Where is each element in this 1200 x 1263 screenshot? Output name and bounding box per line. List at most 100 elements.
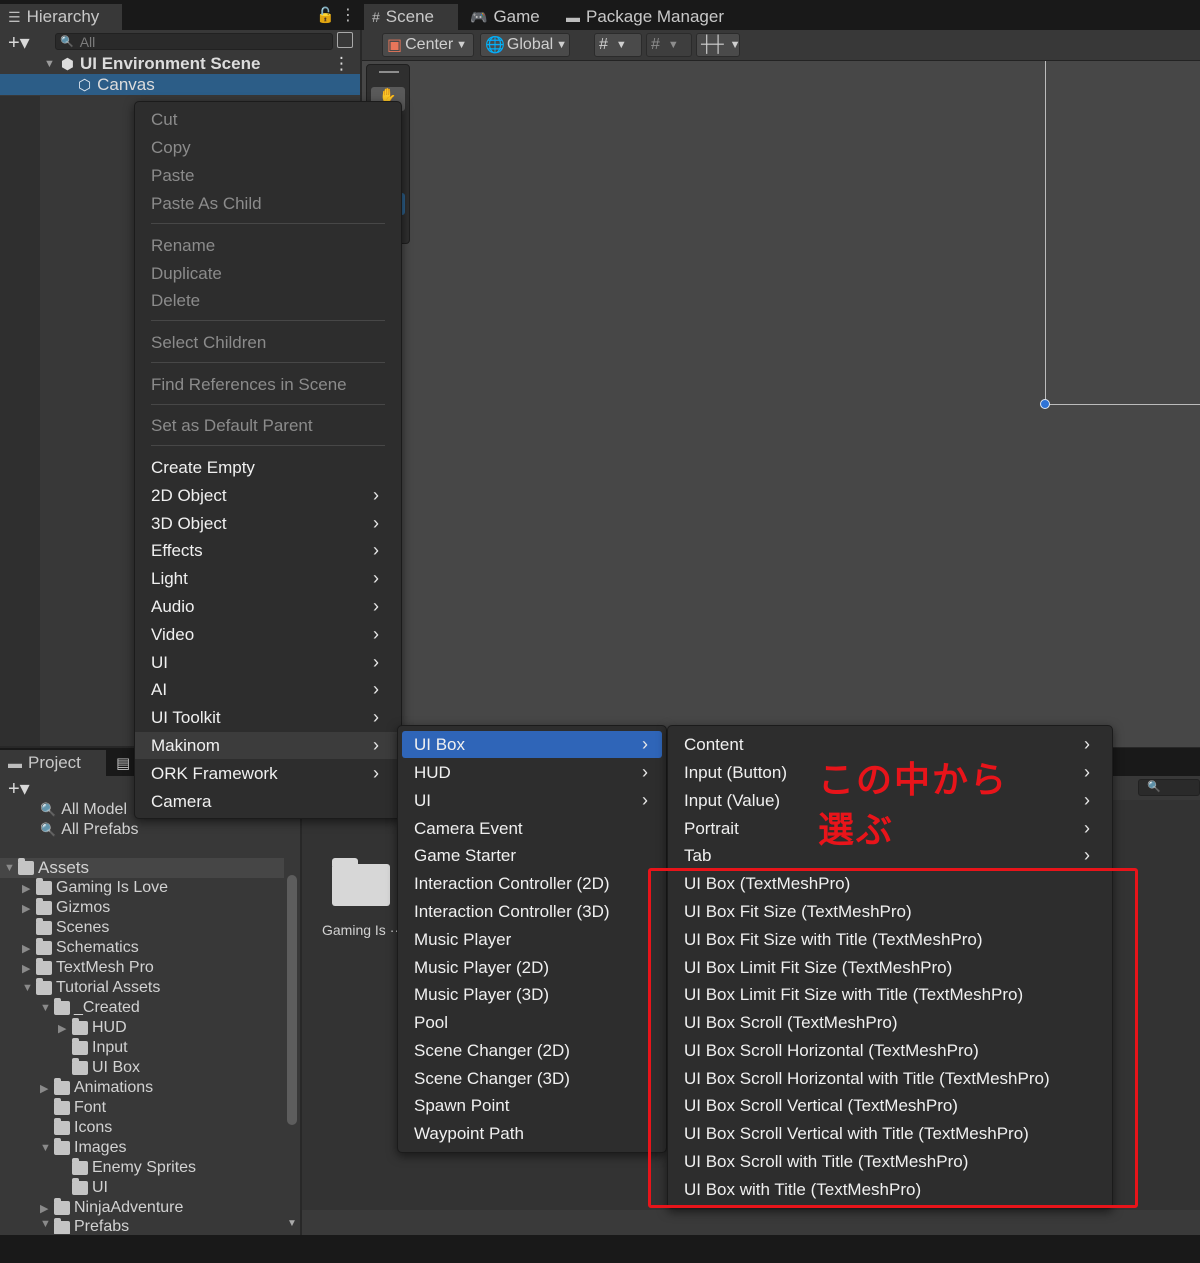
expand-arrow-icon: ▶ [22,962,31,975]
submenu-item-pool[interactable]: Pool [398,1009,666,1036]
submenu-item-ui[interactable]: UI › [398,787,666,814]
submenu-item-scene-changer-3d[interactable]: Scene Changer (3D) [398,1065,666,1092]
menu-item-duplicate[interactable]: Duplicate [135,260,401,287]
tree-item-gizmos[interactable]: ▶ Gizmos [22,898,110,918]
submenu-item-spawn-point[interactable]: Spawn Point [398,1092,666,1119]
scene-visibility-icon[interactable] [337,32,353,48]
console-icon[interactable]: ▤ [116,754,130,772]
submenu-item-camera-event[interactable]: Camera Event [398,815,666,842]
favorite-all-prefabs[interactable]: 🔍 All Prefabs [40,820,139,840]
canvas-border-line [1045,404,1200,405]
menu-item-ai[interactable]: AI › [135,676,401,703]
menu-item-video[interactable]: Video › [135,621,401,648]
submenu-item-waypoint-path[interactable]: Waypoint Path [398,1120,666,1147]
tree-item-schematics[interactable]: ▶ Schematics [22,938,139,958]
search-icon: 🔍 [1147,781,1161,793]
hierarchy-search-input[interactable]: 🔍 All [55,33,333,50]
menu-item-ork-framework[interactable]: ORK Framework › [135,760,401,787]
more-options-icon[interactable]: ⋮ [340,5,356,25]
menu-item-ui[interactable]: UI › [135,649,401,676]
menu-item-find-references[interactable]: Find References in Scene [135,371,401,398]
folder-gaming-is-love[interactable] [330,858,392,906]
drag-handle-icon[interactable] [379,71,399,73]
submenu-item-game-starter[interactable]: Game Starter [398,842,666,869]
grid-icon: # [372,9,380,25]
menu-item-camera[interactable]: Camera [135,788,401,815]
menu-item-set-default-parent[interactable]: Set as Default Parent [135,412,401,439]
lock-icon[interactable]: 🔓 [316,6,335,24]
tree-item-assets[interactable]: ▼ Assets [4,858,89,878]
increment-snap-toggle[interactable]: ┼┼ ▼ [696,33,741,57]
menu-item-audio[interactable]: Audio › [135,593,401,620]
menu-item-create-empty[interactable]: Create Empty [135,454,401,481]
tree-item-created[interactable]: ▼ _Created [40,998,140,1018]
tree-item-images[interactable]: ▼ Images [40,1138,126,1158]
menu-item-effects[interactable]: Effects › [135,537,401,564]
grid-snap-toggle[interactable]: # ▼ [646,33,692,57]
tab-project[interactable]: ▬ Project [0,750,106,776]
tree-item-animations[interactable]: ▶ Animations [40,1078,153,1098]
submenu-item-music-player-2d[interactable]: Music Player (2D) [398,954,666,981]
tree-item-icons[interactable]: Icons [40,1118,112,1138]
hierarchy-scene-row[interactable]: ▼ ⬢ UI Environment Scene ⋮ [0,53,360,74]
tree-item-scenes[interactable]: Scenes [22,918,109,938]
scene-viewport[interactable] [362,61,1200,747]
menu-item-cut[interactable]: Cut [135,106,401,133]
menu-item-copy[interactable]: Copy [135,134,401,161]
tree-item-hud[interactable]: ▶ HUD [58,1018,127,1038]
tree-item-textmesh-pro[interactable]: ▶ TextMesh Pro [22,958,154,978]
folder-open-icon [36,978,52,995]
tab-scene[interactable]: # Scene [364,4,458,30]
tree-item-label: UI [92,1179,108,1196]
tree-item-label: Images [74,1139,127,1156]
add-icon[interactable]: +▾ [8,30,30,55]
tab-package-manager[interactable]: ▬ Package Manager [566,4,724,30]
tree-item-ninjaadventure[interactable]: ▶ NinjaAdventure [40,1198,183,1218]
submenu-item-music-player[interactable]: Music Player [398,926,666,953]
tree-item-input[interactable]: Input [58,1038,128,1058]
tab-hierarchy[interactable]: ☰ Hierarchy [0,4,122,30]
favorite-all-models[interactable]: 🔍 All Model [40,800,127,820]
menu-item-label: Audio [151,596,195,616]
tree-scrollbar-thumb[interactable] [287,875,297,1125]
menu-item-ui-toolkit[interactable]: UI Toolkit › [135,704,401,731]
chevron-down-icon: ▼ [729,39,741,51]
menu-item-delete[interactable]: Delete [135,287,401,314]
menu-item-paste-as-child[interactable]: Paste As Child [135,190,401,217]
tree-item-font[interactable]: Font [40,1098,106,1118]
hierarchy-item-canvas[interactable]: ⬡ Canvas [0,74,360,95]
submenu-item-hud[interactable]: HUD › [398,759,666,786]
snap-toggle[interactable]: # ▼ [594,33,642,57]
add-icon[interactable]: +▾ [8,776,30,801]
tree-item-gaming-is-love[interactable]: ▶ Gaming Is Love [22,878,168,898]
scene-more-icon[interactable]: ⋮ [333,54,350,74]
tree-item-ui-box[interactable]: UI Box [58,1058,140,1078]
menu-item-rename[interactable]: Rename [135,232,401,259]
tree-item-enemy-sprites[interactable]: Enemy Sprites [58,1158,196,1178]
menu-item-select-children[interactable]: Select Children [135,329,401,356]
folder-icon [54,1098,70,1115]
menu-item-light[interactable]: Light › [135,565,401,592]
project-search-input[interactable]: 🔍 [1138,779,1200,796]
submenu-item-interaction-controller-2d[interactable]: Interaction Controller (2D) [398,870,666,897]
submenu-item-scene-changer-2d[interactable]: Scene Changer (2D) [398,1037,666,1064]
canvas-pivot-handle[interactable] [1040,399,1050,409]
tree-item-prefabs[interactable]: ▼ Prefabs [40,1218,129,1234]
menu-item-label: Paste [151,165,195,185]
submenu-item-interaction-controller-3d[interactable]: Interaction Controller (3D) [398,898,666,925]
pivot-dropdown[interactable]: ▣ Center ▼ [382,33,474,57]
space-dropdown[interactable]: 🌐 Global ▼ [480,33,570,57]
submenu-item-ui-box[interactable]: UI Box › [402,731,662,758]
menu-item-makinom[interactable]: Makinom › [135,732,401,759]
menu-item-3d-object[interactable]: 3D Object › [135,510,401,537]
menu-item-label: Set as Default Parent [151,415,313,435]
scroll-down-icon[interactable]: ▼ [287,1218,297,1229]
menu-item-paste[interactable]: Paste [135,162,401,189]
menu-item-2d-object[interactable]: 2D Object › [135,482,401,509]
submenu-item-music-player-3d[interactable]: Music Player (3D) [398,981,666,1008]
uibox-item-content[interactable]: Content › [668,731,1112,758]
tree-item-ui[interactable]: UI [58,1178,108,1198]
menu-item-label: Makinom [151,735,220,755]
tab-game[interactable]: 🎮 Game [470,4,540,30]
tree-item-tutorial-assets[interactable]: ▼ Tutorial Assets [22,978,160,998]
